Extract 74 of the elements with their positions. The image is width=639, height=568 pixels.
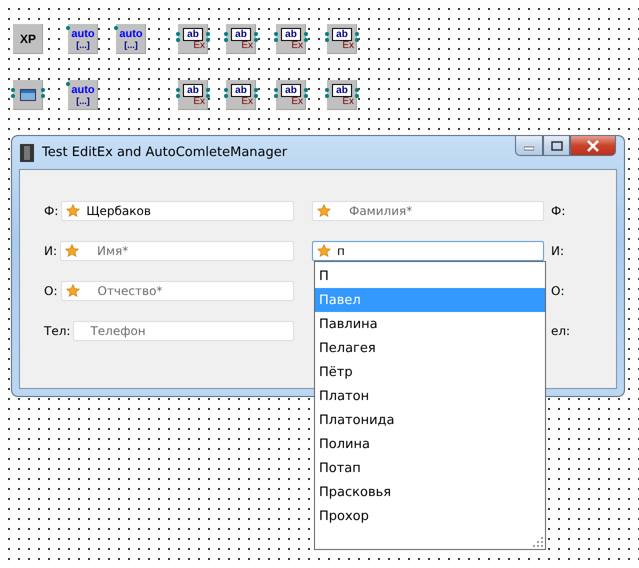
- close-button[interactable]: [570, 135, 616, 156]
- text-field[interactable]: Отчество*: [60, 281, 294, 301]
- maximize-button[interactable]: [543, 135, 570, 156]
- component-tile[interactable]: ab Ex: [327, 24, 357, 54]
- tile-label: XP: [20, 32, 36, 46]
- component-tile[interactable]: ab Ex: [276, 24, 306, 54]
- tile-label: auto: [71, 28, 95, 40]
- film-icon: [20, 144, 34, 162]
- tile-label: Ex: [193, 40, 205, 50]
- tile-label: auto: [71, 84, 95, 96]
- suggestion-item[interactable]: Платон: [315, 384, 545, 408]
- component-tile[interactable]: XP: [13, 24, 43, 54]
- suggestion-item[interactable]: Пётр: [315, 360, 545, 384]
- tile-label: [...]: [124, 40, 138, 50]
- tile-label: ab: [183, 84, 203, 96]
- component-tile[interactable]: ab Ex: [226, 80, 256, 110]
- suggestion-item[interactable]: Полина: [315, 432, 545, 456]
- tile-label: ab: [231, 84, 251, 96]
- tile-label: ab: [231, 28, 251, 40]
- tile-label: ab: [281, 84, 301, 96]
- window-icon: [20, 89, 36, 101]
- component-tile[interactable]: ab Ex: [327, 80, 357, 110]
- field-label: О:: [551, 284, 564, 298]
- star-icon: [317, 204, 331, 218]
- suggestion-item[interactable]: Потап: [315, 456, 545, 480]
- text-field[interactable]: Щербаков: [61, 201, 294, 221]
- tile-label: Ex: [291, 96, 303, 106]
- field-label: И:: [44, 244, 58, 258]
- tile-label: Ex: [241, 96, 253, 106]
- tile-label: Ex: [291, 40, 303, 50]
- tile-label: Ex: [342, 40, 354, 50]
- field-label: И:: [551, 244, 564, 258]
- tile-label: [...]: [76, 96, 90, 106]
- component-tile[interactable]: ab Ex: [178, 80, 208, 110]
- suggestion-item[interactable]: Павлина: [315, 312, 545, 336]
- suggestion-item[interactable]: Прасковья: [315, 480, 545, 504]
- text-field[interactable]: Фамилия*: [312, 201, 544, 221]
- tile-label: ab: [332, 28, 352, 40]
- star-icon: [66, 204, 80, 218]
- suggestion-item[interactable]: П: [315, 264, 545, 288]
- field-label: Ф:: [44, 204, 58, 218]
- text-field[interactable]: Имя*: [60, 241, 294, 261]
- tile-label: auto: [119, 28, 143, 40]
- tile-label: [...]: [76, 40, 90, 50]
- component-tile[interactable]: ab Ex: [276, 80, 306, 110]
- close-icon: [586, 140, 600, 152]
- component-tile[interactable]: ab Ex: [178, 24, 208, 54]
- tile-label: ab: [183, 28, 203, 40]
- star-icon: [66, 284, 80, 298]
- tile-label: ab: [281, 28, 301, 40]
- tile-label: Ex: [241, 40, 253, 50]
- field-label: Ф:: [551, 204, 566, 218]
- component-tile[interactable]: auto [...]: [68, 80, 98, 110]
- suggestion-item[interactable]: Платонида: [315, 408, 545, 432]
- component-tile[interactable]: auto [...]: [116, 24, 146, 54]
- tile-label: ab: [332, 84, 352, 96]
- tile-label: Ex: [193, 96, 205, 106]
- component-tile[interactable]: ab Ex: [226, 24, 256, 54]
- suggestion-item[interactable]: Пелагея: [315, 336, 545, 360]
- minimize-button[interactable]: [515, 135, 543, 156]
- tile-label: Ex: [342, 96, 354, 106]
- field-label: ел:: [551, 324, 570, 338]
- maximize-icon: [550, 140, 562, 150]
- field-label: О:: [44, 284, 58, 298]
- text-field[interactable]: Телефон: [73, 321, 294, 341]
- field-label: Тел:: [44, 324, 70, 338]
- text-field[interactable]: п: [312, 241, 544, 261]
- window-title: Test EditEx and AutoComleteManager: [42, 145, 288, 160]
- component-tile[interactable]: [13, 80, 43, 110]
- star-icon: [65, 244, 80, 258]
- suggestion-item[interactable]: Прохор: [315, 504, 545, 528]
- resize-grip-icon[interactable]: [532, 536, 544, 548]
- star-icon: [317, 244, 331, 258]
- component-tile[interactable]: auto [...]: [68, 24, 98, 54]
